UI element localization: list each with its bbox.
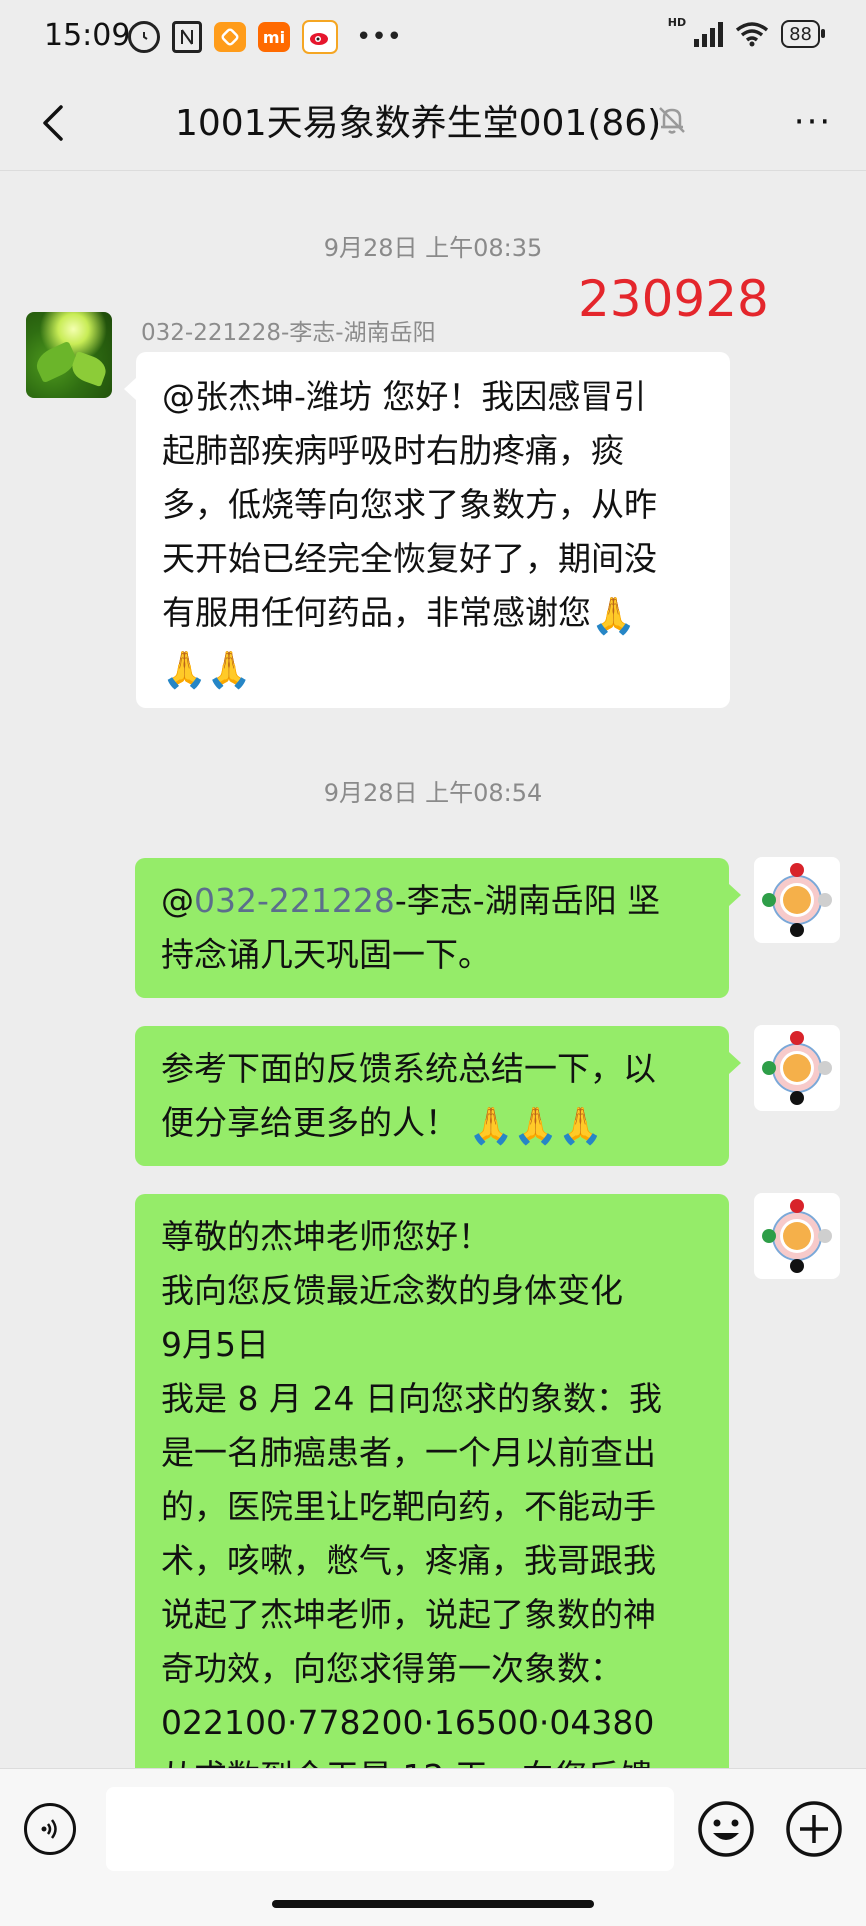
mi-icon: mi	[258, 22, 290, 52]
praying-hands-emoji: 🙏	[591, 596, 636, 637]
message-text-line: 多，低烧等向您求了象数方，从昨	[162, 485, 657, 524]
message-text-line: 说起了杰坤老师，说起了象数的神	[161, 1595, 656, 1634]
voice-input-button[interactable]	[24, 1803, 76, 1855]
message-text-line: 9月5日	[161, 1325, 269, 1364]
home-indicator[interactable]	[272, 1900, 594, 1908]
message-emoji-line: 🙏🙏	[162, 640, 704, 694]
add-button[interactable]	[784, 1799, 844, 1859]
message-text-line: 参考下面的反馈系统总结一下，以	[161, 1049, 656, 1088]
back-button[interactable]	[28, 98, 78, 148]
message-text-line: 022100·778200·16500·04380	[161, 1703, 655, 1742]
voice-wave-icon	[41, 1819, 57, 1839]
message-text-line: 是一名肺癌患者，一个月以前查出	[161, 1433, 656, 1472]
five-elements-wheel-icon	[762, 863, 832, 937]
nfc-icon	[172, 21, 202, 53]
five-elements-wheel-icon	[762, 1199, 832, 1273]
battery-indicator: 88	[781, 20, 825, 48]
message-input-bar	[0, 1768, 866, 1926]
emoji-button[interactable]	[696, 1799, 756, 1859]
message-text-line: 的，医院里让吃靶向药，不能动手	[161, 1487, 656, 1526]
chat-header: 1001天易象数养生堂001(86) ···	[0, 78, 866, 171]
weibo-icon	[302, 20, 338, 54]
message-text-line: 术，咳嗽，憋气，疼痛，我哥跟我	[161, 1541, 656, 1580]
five-elements-wheel-icon	[762, 1031, 832, 1105]
message-text-line: 尊敬的杰坤老师您好！	[161, 1217, 491, 1256]
mention-link[interactable]: 032-221228	[194, 881, 395, 920]
message-input[interactable]	[106, 1787, 674, 1871]
more-dots-icon: •••	[356, 22, 403, 52]
date-stamp: 230928	[578, 270, 769, 328]
wifi-icon	[736, 22, 769, 47]
message-text: 有服用任何药品，非常感谢您	[162, 593, 591, 632]
notification-icons: mi •••	[128, 20, 402, 54]
praying-hands-emoji: 🙏🙏	[162, 650, 252, 691]
mention-prefix: @	[161, 881, 194, 920]
sender-name: 032-221228-李志-湖南岳阳	[141, 320, 436, 346]
system-status: HD 88	[668, 16, 825, 48]
message-bubble-outgoing[interactable]: 尊敬的杰坤老师您好！ 我向您反馈最近念数的身体变化 9月5日 我是 8 月 24…	[135, 1194, 729, 1834]
message-bubble-incoming[interactable]: @张杰坤-潍坊 您好！我因感冒引 起肺部疾病呼吸时右肋疼痛，痰 多，低烧等向您求…	[124, 352, 730, 708]
message-text: 便分享给更多的人！	[161, 1103, 458, 1142]
message-timestamp: 9月28日 上午08:54	[323, 779, 543, 807]
status-bar: 15:09 mi ••• HD 88	[0, 0, 866, 78]
message-bubble-outgoing[interactable]: 参考下面的反馈系统总结一下，以 便分享给更多的人！ 🙏🙏🙏	[135, 1026, 741, 1166]
my-avatar[interactable]	[754, 1025, 840, 1111]
praying-hands-emoji: 🙏🙏🙏	[468, 1106, 603, 1147]
message-timestamp: 9月28日 上午08:35	[323, 234, 543, 262]
chevron-left-icon	[43, 105, 63, 141]
message-text-line: 我向您反馈最近念数的身体变化	[161, 1271, 623, 1310]
alarm-clock-icon	[128, 21, 160, 53]
chat-title: 1001天易象数养生堂001(86)	[175, 103, 662, 144]
message-text-line: 起肺部疾病呼吸时右肋疼痛，痰	[162, 431, 624, 470]
message-text-line: @032-221228-李志-湖南岳阳 坚	[161, 874, 703, 928]
status-time: 15:09	[44, 18, 131, 53]
mute-bell-icon	[659, 107, 685, 134]
message-bubble-outgoing[interactable]: @032-221228-李志-湖南岳阳 坚 持念诵几天巩固一下。	[135, 858, 741, 998]
my-avatar[interactable]	[754, 1193, 840, 1279]
more-options-button[interactable]: ···	[788, 100, 838, 144]
message-text: -李志-湖南岳阳 坚	[394, 881, 661, 920]
message-text-line: 奇功效，向您求得第一次象数：	[161, 1649, 623, 1688]
cellular-signal-icon	[694, 21, 724, 47]
message-text-line: 我是 8 月 24 日向您求的象数：我	[161, 1379, 662, 1418]
message-text-line: 有服用任何药品，非常感谢您🙏	[162, 586, 704, 640]
message-text-line: @张杰坤-潍坊 您好！我因感冒引	[162, 377, 647, 416]
my-avatar[interactable]	[754, 857, 840, 943]
sender-avatar[interactable]	[26, 312, 112, 398]
message-text-line: 持念诵几天巩固一下。	[161, 935, 491, 974]
app-icon	[214, 22, 246, 52]
hd-label: HD	[667, 15, 687, 29]
message-text-line: 便分享给更多的人！ 🙏🙏🙏	[161, 1096, 703, 1150]
message-text-line: 天开始已经完全恢复好了，期间没	[162, 539, 657, 578]
